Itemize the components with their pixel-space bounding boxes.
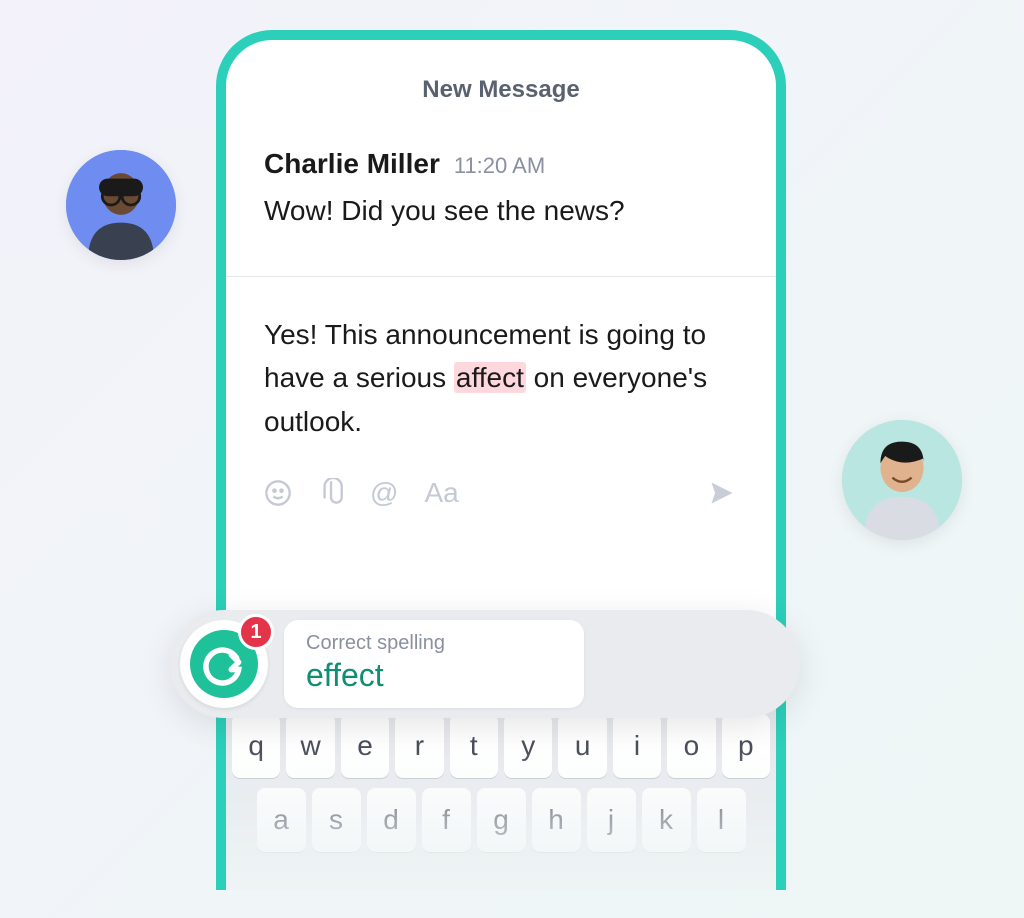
- text-format-icon[interactable]: Aa: [424, 477, 458, 509]
- suggestion-card[interactable]: Correct spelling effect: [284, 620, 584, 708]
- keyboard-key[interactable]: j: [587, 788, 636, 852]
- keyboard-key[interactable]: i: [613, 714, 661, 778]
- keyboard-key[interactable]: u: [558, 714, 606, 778]
- keyboard-key[interactable]: q: [232, 714, 280, 778]
- sender-name: Charlie Miller: [264, 148, 440, 180]
- keyboard-key[interactable]: l: [697, 788, 746, 852]
- chat-body: Charlie Miller 11:20 AM Wow! Did you see…: [226, 148, 776, 509]
- keyboard-key[interactable]: f: [422, 788, 471, 852]
- suggestion-count-badge: 1: [238, 614, 274, 650]
- divider: [226, 276, 776, 277]
- suggestion-replacement: effect: [306, 657, 562, 694]
- keyboard-key[interactable]: a: [257, 788, 306, 852]
- incoming-message-text: Wow! Did you see the news?: [264, 192, 738, 230]
- compose-input[interactable]: Yes! This announcement is going to have …: [264, 313, 738, 443]
- grammarly-badge[interactable]: 1: [180, 620, 268, 708]
- on-screen-keyboard[interactable]: qwertyuiop asdfghjkl: [226, 700, 776, 890]
- flagged-word[interactable]: affect: [454, 362, 526, 393]
- keyboard-key[interactable]: k: [642, 788, 691, 852]
- keyboard-key[interactable]: e: [341, 714, 389, 778]
- keyboard-key[interactable]: r: [395, 714, 443, 778]
- emoji-icon[interactable]: [264, 479, 292, 507]
- message-timestamp: 11:20 AM: [454, 153, 545, 179]
- keyboard-key[interactable]: s: [312, 788, 361, 852]
- avatar: [66, 150, 176, 260]
- suggestion-label: Correct spelling: [306, 632, 562, 655]
- keyboard-key[interactable]: d: [367, 788, 416, 852]
- mention-icon[interactable]: @: [370, 477, 398, 509]
- avatar: [842, 420, 962, 540]
- suggestion-pill[interactable]: 1 Correct spelling effect: [170, 610, 800, 718]
- keyboard-key[interactable]: p: [722, 714, 770, 778]
- keyboard-key[interactable]: t: [450, 714, 498, 778]
- screen-title: New Message: [226, 40, 776, 148]
- keyboard-key[interactable]: h: [532, 788, 581, 852]
- keyboard-key[interactable]: g: [477, 788, 526, 852]
- keyboard-key[interactable]: y: [504, 714, 552, 778]
- compose-toolbar: @ Aa: [264, 477, 738, 509]
- keyboard-key[interactable]: o: [667, 714, 715, 778]
- message-header: Charlie Miller 11:20 AM: [264, 148, 738, 180]
- attachment-icon[interactable]: [318, 478, 344, 508]
- send-icon[interactable]: [706, 479, 738, 507]
- phone-frame: New Message Charlie Miller 11:20 AM Wow!…: [216, 30, 786, 890]
- keyboard-key[interactable]: w: [286, 714, 334, 778]
